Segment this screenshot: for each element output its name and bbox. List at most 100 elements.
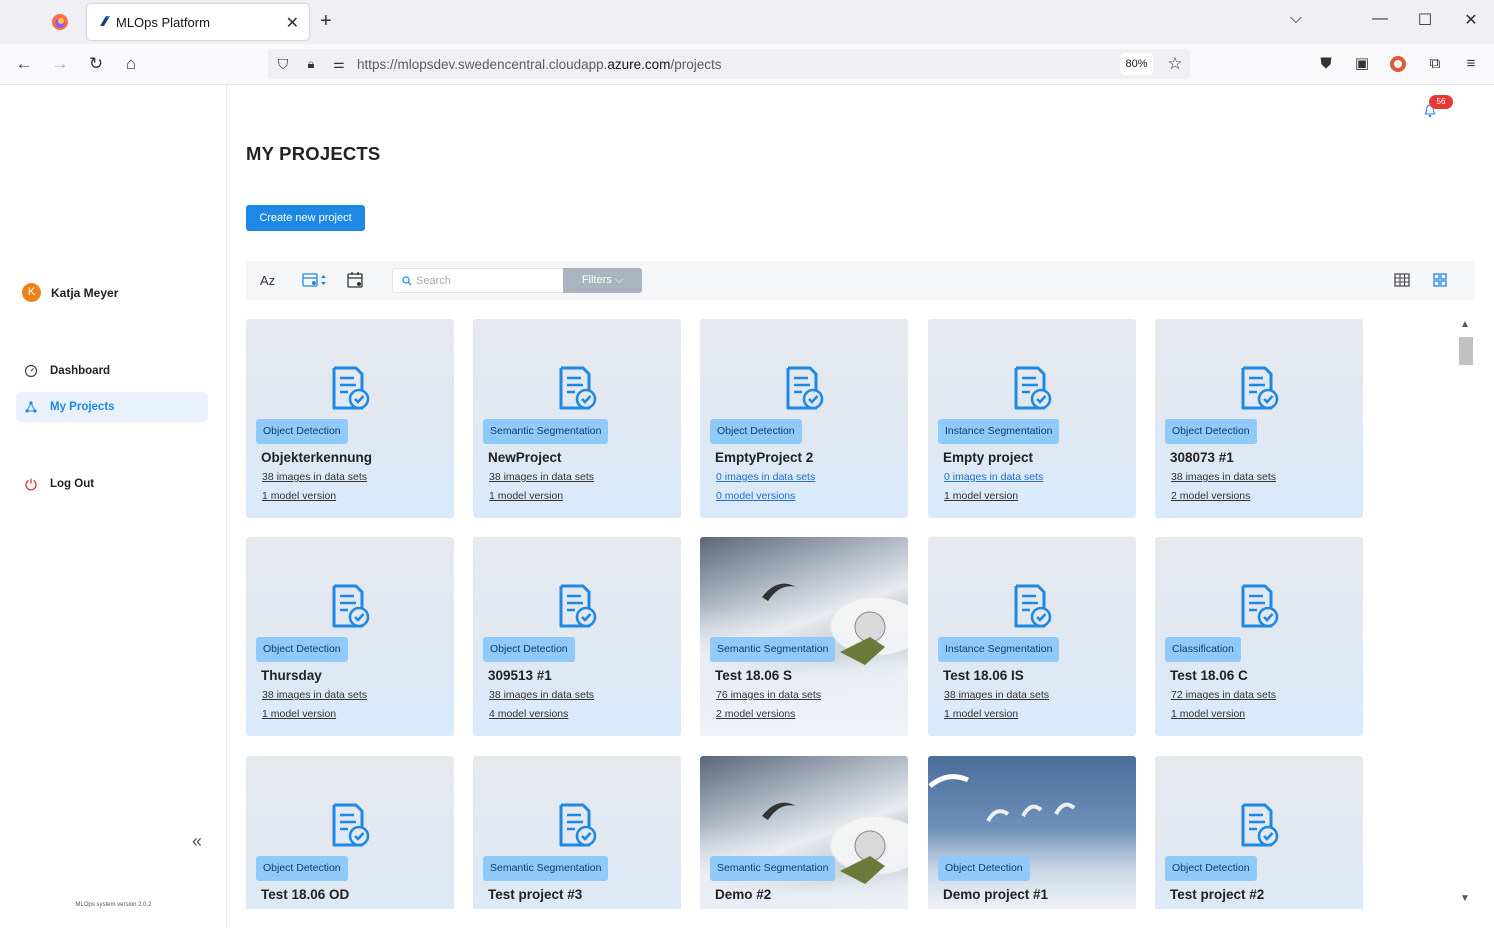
app-menu-icon[interactable]: ≡ [1460, 53, 1482, 75]
project-type-badge: Semantic Segmentation [710, 637, 836, 662]
project-name[interactable]: EmptyProject 2 [715, 450, 813, 465]
sort-by-date-icon[interactable] [301, 271, 329, 289]
tab-list-chevron-icon[interactable]: ⌵ [1281, 10, 1311, 28]
back-icon[interactable]: ← [13, 53, 35, 75]
user-profile[interactable]: K Katja Meyer [22, 283, 118, 302]
model-versions-link[interactable]: 1 model version [944, 490, 1018, 502]
close-window-icon[interactable]: ✕ [1456, 10, 1486, 30]
project-card[interactable]: Semantic Segmentation Test project #3 [473, 756, 681, 909]
sort-alphabetical-button[interactable]: Az [260, 273, 275, 288]
project-card[interactable]: Object Detection Test project #2 [1155, 756, 1363, 909]
tab-close-icon[interactable]: ✕ [286, 13, 299, 33]
project-type-badge: Object Detection [938, 856, 1030, 881]
images-link[interactable]: 38 images in data sets [489, 689, 594, 701]
project-name[interactable]: Thursday [261, 668, 322, 683]
project-name[interactable]: Test 18.06 IS [943, 668, 1024, 683]
reload-icon[interactable]: ↻ [85, 53, 107, 75]
browser-nav-bar: ← → ↻ ⌂ ⛉ 🔒︎ ⚌ https://mlopsdev.swedence… [0, 44, 1494, 85]
images-link[interactable]: 38 images in data sets [262, 471, 367, 483]
project-card[interactable]: Instance Segmentation Empty project 0 imag… [928, 319, 1136, 518]
search-input[interactable] [416, 272, 556, 290]
home-icon[interactable]: ⌂ [120, 53, 142, 75]
model-versions-link[interactable]: 1 model version [944, 708, 1018, 720]
model-versions-link[interactable]: 1 model version [489, 490, 563, 502]
grid-view-icon[interactable] [1432, 272, 1448, 288]
project-name[interactable]: 309513 #1 [488, 668, 552, 683]
images-link[interactable]: 38 images in data sets [489, 471, 594, 483]
model-versions-link[interactable]: 1 model version [1171, 708, 1245, 720]
images-link[interactable]: 38 images in data sets [1171, 471, 1276, 483]
model-versions-link[interactable]: 2 model versions [1171, 490, 1250, 502]
project-card[interactable]: Semantic Segmentation NewProject 38 images… [473, 319, 681, 518]
project-name[interactable]: Test 18.06 C [1170, 668, 1248, 683]
project-card[interactable]: Object Detection 309513 #1 38 images in da… [473, 537, 681, 736]
project-type-badge: Classification [1165, 637, 1241, 662]
project-card[interactable]: Object Detection 308073 #1 38 images in da… [1155, 319, 1363, 518]
calendar-filter-icon[interactable] [346, 271, 366, 289]
lock-icon[interactable]: 🔒︎ [300, 53, 322, 75]
project-name[interactable]: Test project #2 [1170, 887, 1264, 902]
project-card[interactable]: Object Detection Test 18.06 OD [246, 756, 454, 909]
project-name[interactable]: Demo #2 [715, 887, 771, 902]
project-card[interactable]: Semantic Segmentation Demo #2 [700, 756, 908, 909]
project-type-badge: Object Detection [256, 637, 348, 662]
project-card[interactable]: Classification Test 18.06 C 72 images in d… [1155, 537, 1363, 736]
pocket-icon[interactable]: ⛊ [1315, 53, 1337, 75]
project-card[interactable]: Semantic Segmentation Test 18.06 S 76 imag… [700, 537, 908, 736]
project-name[interactable]: Test project #3 [488, 887, 582, 902]
forward-icon[interactable]: → [49, 53, 71, 75]
sidebar-item-my-projects[interactable]: My Projects [16, 392, 208, 422]
project-name[interactable]: 308073 #1 [1170, 450, 1234, 465]
project-name[interactable]: Test 18.06 OD [261, 887, 349, 902]
kites-image [928, 774, 1076, 823]
project-name[interactable]: Test 18.06 S [715, 668, 792, 683]
model-versions-link[interactable]: 4 model versions [489, 708, 568, 720]
project-name[interactable]: NewProject [488, 450, 562, 465]
sidebar-item-label: My Projects [50, 401, 115, 413]
project-card[interactable]: Object Detection Objekterkennung 38 images… [246, 319, 454, 518]
images-link[interactable]: 38 images in data sets [262, 689, 367, 701]
zoom-level-badge[interactable]: 80% [1120, 53, 1153, 75]
project-card[interactable]: Object Detection Demo project #1 [928, 756, 1136, 909]
duckduckgo-icon[interactable] [1389, 55, 1407, 73]
collapse-sidebar-icon[interactable]: « [192, 831, 202, 852]
project-name[interactable]: Empty project [943, 450, 1033, 465]
project-card[interactable]: Object Detection Thursday 38 images in dat… [246, 537, 454, 736]
project-name[interactable]: Objekterkennung [261, 450, 372, 465]
scrollbar[interactable]: ▲ ▼ [1457, 319, 1475, 909]
permissions-icon[interactable]: ⚌ [328, 53, 350, 75]
scroll-down-icon[interactable]: ▼ [1460, 893, 1470, 904]
minimize-icon[interactable]: — [1365, 10, 1395, 28]
project-name[interactable]: Demo project #1 [943, 887, 1048, 902]
images-link[interactable]: 76 images in data sets [716, 689, 821, 701]
new-tab-icon[interactable]: + [320, 10, 332, 33]
model-versions-link[interactable]: 1 model version [262, 708, 336, 720]
firefox-icon[interactable] [50, 12, 70, 32]
bitwarden-icon[interactable]: ▣ [1351, 53, 1373, 75]
model-versions-link[interactable]: 2 model versions [716, 708, 795, 720]
model-versions-link[interactable]: 1 model version [262, 490, 336, 502]
browser-tab[interactable]: MLOps Platform ✕ [87, 4, 309, 40]
url-bar[interactable]: ⛉ 🔒︎ ⚌ https://mlopsdev.swedencentral.cl… [268, 49, 1190, 79]
images-link[interactable]: 72 images in data sets [1171, 689, 1276, 701]
model-versions-link[interactable]: 0 model versions [716, 490, 795, 502]
scroll-up-icon[interactable]: ▲ [1460, 319, 1470, 330]
maximize-icon[interactable]: ☐ [1410, 10, 1440, 30]
shield-icon[interactable]: ⛉ [272, 53, 294, 75]
project-card[interactable]: Object Detection EmptyProject 2 0 images i… [700, 319, 908, 518]
images-link[interactable]: 38 images in data sets [944, 689, 1049, 701]
filters-button[interactable]: Filters ⌵ [563, 268, 642, 293]
project-type-badge: Object Detection [256, 419, 348, 444]
user-name: Katja Meyer [51, 285, 119, 300]
power-icon [25, 478, 37, 491]
images-link[interactable]: 0 images in data sets [716, 471, 815, 483]
logout-button[interactable]: Log Out [16, 469, 208, 499]
project-card[interactable]: Instance Segmentation Test 18.06 IS 38 ima… [928, 537, 1136, 736]
sidebar-item-dashboard[interactable]: Dashboard [16, 356, 208, 386]
create-project-button[interactable]: Create new project [246, 205, 365, 231]
scrollbar-thumb[interactable] [1459, 337, 1473, 365]
bookmark-star-icon[interactable]: ☆ [1164, 53, 1186, 75]
table-view-icon[interactable] [1394, 272, 1410, 288]
images-link[interactable]: 0 images in data sets [944, 471, 1043, 483]
extensions-icon[interactable]: ⧉ [1424, 53, 1446, 75]
